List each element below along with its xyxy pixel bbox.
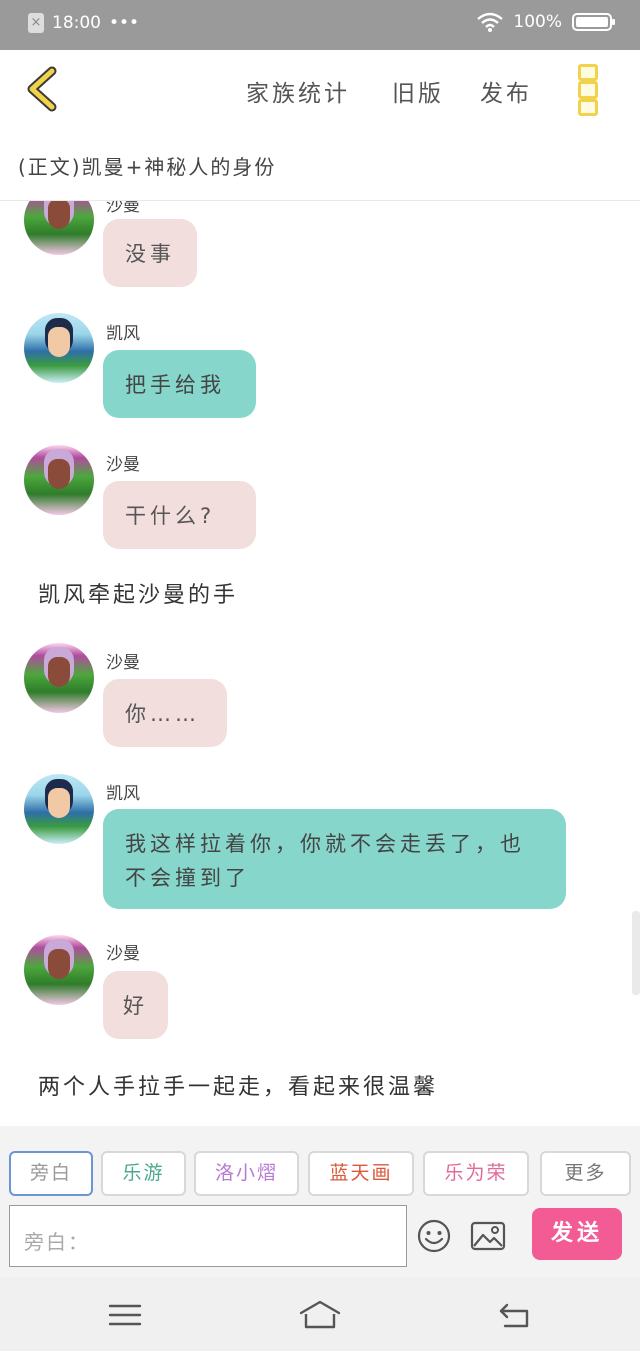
story-title: (正文)凯曼+神秘人的身份 bbox=[18, 155, 277, 179]
avatar-shaman[interactable] bbox=[24, 201, 94, 255]
sender-name: 凯风 bbox=[106, 324, 140, 344]
avatar-shaman[interactable] bbox=[24, 935, 94, 1005]
avatar-kaifeng[interactable] bbox=[24, 774, 94, 844]
avatar-shaman[interactable] bbox=[24, 445, 94, 515]
more-roles-chip[interactable]: 更多 bbox=[540, 1151, 631, 1196]
story-title-bar: (正文)凯曼+神秘人的身份 bbox=[0, 128, 640, 201]
message-bubble[interactable]: 干什么? bbox=[103, 481, 256, 549]
sender-name: 沙曼 bbox=[106, 944, 140, 964]
status-dots: ••• bbox=[109, 13, 140, 33]
family-stats-link[interactable]: 家族统计 bbox=[246, 74, 350, 108]
narration-text: 两个人手拉手一起走，看起来很温馨 bbox=[38, 1075, 439, 1100]
system-nav-bar bbox=[0, 1277, 640, 1351]
message-bubble[interactable]: 我这样拉着你，你就不会走丢了，也不会撞到了 bbox=[103, 809, 566, 909]
wifi-icon bbox=[477, 12, 504, 32]
chat-area[interactable]: 沙曼 没事 凯风 把手给我 沙曼 干什么? 凯风牵起沙曼的手 沙曼 你…… 凯风… bbox=[0, 201, 640, 1126]
sender-name: 沙曼 bbox=[106, 455, 140, 475]
back-chevron-icon[interactable] bbox=[22, 66, 66, 112]
message-bubble[interactable]: 你…… bbox=[103, 679, 227, 747]
status-time: 18:00 bbox=[52, 13, 101, 33]
image-icon[interactable] bbox=[470, 1218, 506, 1254]
old-version-link[interactable]: 旧版 bbox=[392, 74, 444, 108]
publish-link[interactable]: 发布 bbox=[480, 74, 532, 108]
compose-panel: 旁白 乐游 洛小熠 蓝天画 乐为荣 更多 旁白： 发送 bbox=[0, 1126, 640, 1277]
more-vertical-icon[interactable] bbox=[578, 64, 600, 116]
sender-name: 凯风 bbox=[106, 784, 140, 804]
message-bubble[interactable]: 把手给我 bbox=[103, 350, 256, 418]
no-sim-icon: × bbox=[28, 13, 44, 33]
role-chip[interactable]: 乐为荣 bbox=[423, 1151, 529, 1196]
menu-icon[interactable] bbox=[107, 1299, 143, 1331]
back-icon[interactable] bbox=[497, 1299, 533, 1331]
avatar-kaifeng[interactable] bbox=[24, 313, 94, 383]
avatar-shaman[interactable] bbox=[24, 643, 94, 713]
message-input[interactable]: 旁白： bbox=[9, 1205, 407, 1267]
role-chip[interactable]: 乐游 bbox=[101, 1151, 186, 1196]
battery-percent: 100% bbox=[513, 12, 562, 32]
emoji-icon[interactable] bbox=[416, 1218, 452, 1254]
role-chip[interactable]: 洛小熠 bbox=[194, 1151, 299, 1196]
role-chip-narrator[interactable]: 旁白 bbox=[9, 1151, 93, 1196]
narration-text: 凯风牵起沙曼的手 bbox=[38, 583, 239, 608]
role-chip[interactable]: 蓝天画 bbox=[308, 1151, 414, 1196]
message-bubble[interactable]: 好 bbox=[103, 971, 168, 1039]
message-bubble[interactable]: 没事 bbox=[103, 219, 197, 287]
app-header: 家族统计 旧版 发布 bbox=[0, 50, 640, 128]
status-bar: × 18:00 ••• 100% bbox=[0, 0, 640, 50]
sender-name: 沙曼 bbox=[106, 653, 140, 673]
battery-icon bbox=[572, 13, 615, 31]
scrollbar[interactable] bbox=[632, 911, 640, 995]
home-icon[interactable] bbox=[298, 1299, 342, 1331]
sender-name: 沙曼 bbox=[106, 201, 140, 216]
send-button[interactable]: 发送 bbox=[532, 1208, 622, 1260]
